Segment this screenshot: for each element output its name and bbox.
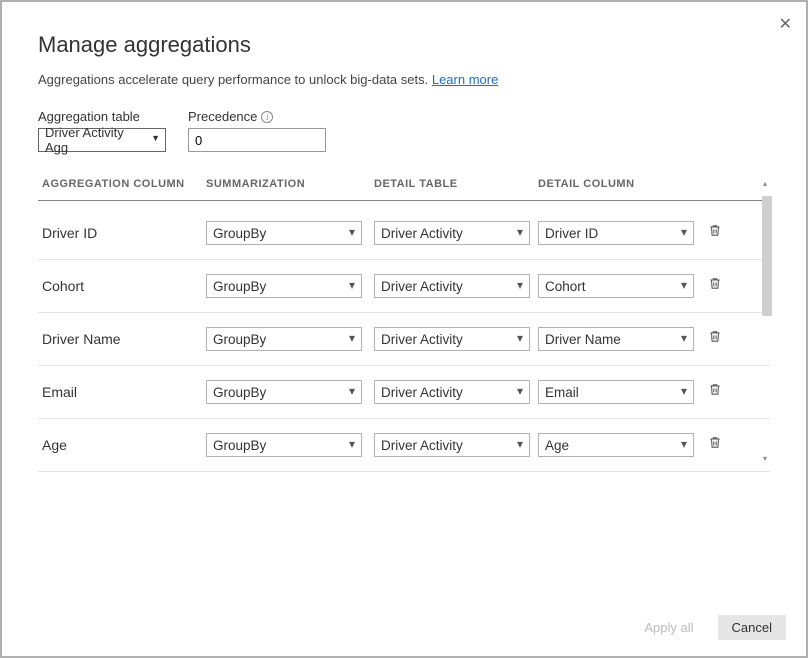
learn-more-link[interactable]: Learn more — [432, 72, 498, 87]
detail-column-value: Age — [545, 438, 569, 453]
delete-row-button[interactable] — [702, 276, 728, 296]
detail-table-value: Driver Activity — [381, 332, 463, 347]
dialog-content: Manage aggregations Aggregations acceler… — [2, 2, 806, 472]
header-summarization: SUMMARIZATION — [206, 178, 374, 190]
table-row: Age GroupBy Driver Activity Age — [38, 419, 770, 472]
delete-row-button[interactable] — [702, 382, 728, 402]
header-detail-column: DETAIL COLUMN — [538, 178, 702, 190]
trash-icon — [708, 382, 722, 402]
trash-icon — [708, 435, 722, 455]
cell-aggregation-column: Driver Name — [42, 331, 206, 347]
delete-row-button[interactable] — [702, 435, 728, 455]
detail-column-select[interactable]: Email — [538, 380, 694, 404]
summarization-value: GroupBy — [213, 279, 266, 294]
detail-table-select[interactable]: Driver Activity — [374, 380, 530, 404]
summarization-select[interactable]: GroupBy — [206, 327, 362, 351]
scroll-up-icon[interactable]: ▴ — [763, 179, 771, 187]
precedence-input[interactable] — [188, 128, 326, 152]
precedence-label: Precedence i — [188, 109, 326, 124]
aggregation-table-select[interactable]: Driver Activity Agg — [38, 128, 166, 152]
apply-all-button[interactable]: Apply all — [630, 615, 707, 640]
detail-table-select[interactable]: Driver Activity — [374, 221, 530, 245]
detail-column-value: Driver ID — [545, 226, 598, 241]
aggregations-table: ▴ ▾ AGGREGATION COLUMN SUMMARIZATION DET… — [38, 174, 770, 472]
summarization-value: GroupBy — [213, 332, 266, 347]
table-row: Driver ID GroupBy Driver Activity Driver ID — [38, 207, 770, 260]
header-detail-table: DETAIL TABLE — [374, 178, 538, 190]
close-icon: ✕ — [779, 16, 792, 33]
table-row: Driver Name GroupBy Driver Activity Driver … — [38, 313, 770, 366]
close-button[interactable]: ✕ — [779, 14, 792, 34]
detail-table-value: Driver Activity — [381, 279, 463, 294]
precedence-group: Precedence i — [188, 109, 326, 152]
summarization-value: GroupBy — [213, 385, 266, 400]
dialog-footer: Apply all Cancel — [630, 615, 786, 640]
dialog-title: Manage aggregations — [38, 32, 770, 58]
summarization-select[interactable]: GroupBy — [206, 380, 362, 404]
intro-text: Aggregations accelerate query performanc… — [38, 72, 770, 87]
detail-column-value: Cohort — [545, 279, 586, 294]
trash-icon — [708, 329, 722, 349]
detail-column-value: Driver Name — [545, 332, 621, 347]
header-aggregation-column: AGGREGATION COLUMN — [42, 178, 206, 190]
table-body: Driver IDGroupByDriver ActivityDriver ID… — [38, 201, 770, 472]
aggregation-table-value: Driver Activity Agg — [45, 125, 145, 155]
trash-icon — [708, 276, 722, 296]
cell-aggregation-column: Email — [42, 384, 206, 400]
detail-table-select[interactable]: Driver Activity — [374, 433, 530, 457]
detail-column-value: Email — [545, 385, 579, 400]
detail-table-value: Driver Activity — [381, 226, 463, 241]
trash-icon — [708, 223, 722, 243]
info-icon[interactable]: i — [261, 111, 273, 123]
detail-table-value: Driver Activity — [381, 438, 463, 453]
detail-table-value: Driver Activity — [381, 385, 463, 400]
detail-column-select[interactable]: Driver Name — [538, 327, 694, 351]
aggregation-table-group: Aggregation table Driver Activity Agg — [38, 109, 166, 152]
detail-table-select[interactable]: Driver Activity — [374, 327, 530, 351]
summarization-select[interactable]: GroupBy — [206, 433, 362, 457]
summarization-select[interactable]: GroupBy — [206, 274, 362, 298]
form-row: Aggregation table Driver Activity Agg Pr… — [38, 109, 770, 152]
table-header-row: AGGREGATION COLUMN SUMMARIZATION DETAIL … — [38, 174, 770, 201]
scroll-down-icon[interactable]: ▾ — [763, 454, 771, 462]
cancel-button[interactable]: Cancel — [718, 615, 786, 640]
cell-aggregation-column: Cohort — [42, 278, 206, 294]
aggregation-table-label: Aggregation table — [38, 109, 166, 124]
detail-column-select[interactable]: Cohort — [538, 274, 694, 298]
summarization-value: GroupBy — [213, 438, 266, 453]
table-row: Email GroupBy Driver Activity Email — [38, 366, 770, 419]
intro-prefix: Aggregations accelerate query performanc… — [38, 72, 432, 87]
scrollbar-thumb[interactable] — [762, 196, 772, 316]
summarization-select[interactable]: GroupBy — [206, 221, 362, 245]
detail-column-select[interactable]: Driver ID — [538, 221, 694, 245]
detail-table-select[interactable]: Driver Activity — [374, 274, 530, 298]
detail-column-select[interactable]: Age — [538, 433, 694, 457]
cell-aggregation-column: Age — [42, 437, 206, 453]
summarization-value: GroupBy — [213, 226, 266, 241]
delete-row-button[interactable] — [702, 329, 728, 349]
delete-row-button[interactable] — [702, 223, 728, 243]
cell-aggregation-column: Driver ID — [42, 225, 206, 241]
table-row: Cohort GroupBy Driver Activity Cohort — [38, 260, 770, 313]
